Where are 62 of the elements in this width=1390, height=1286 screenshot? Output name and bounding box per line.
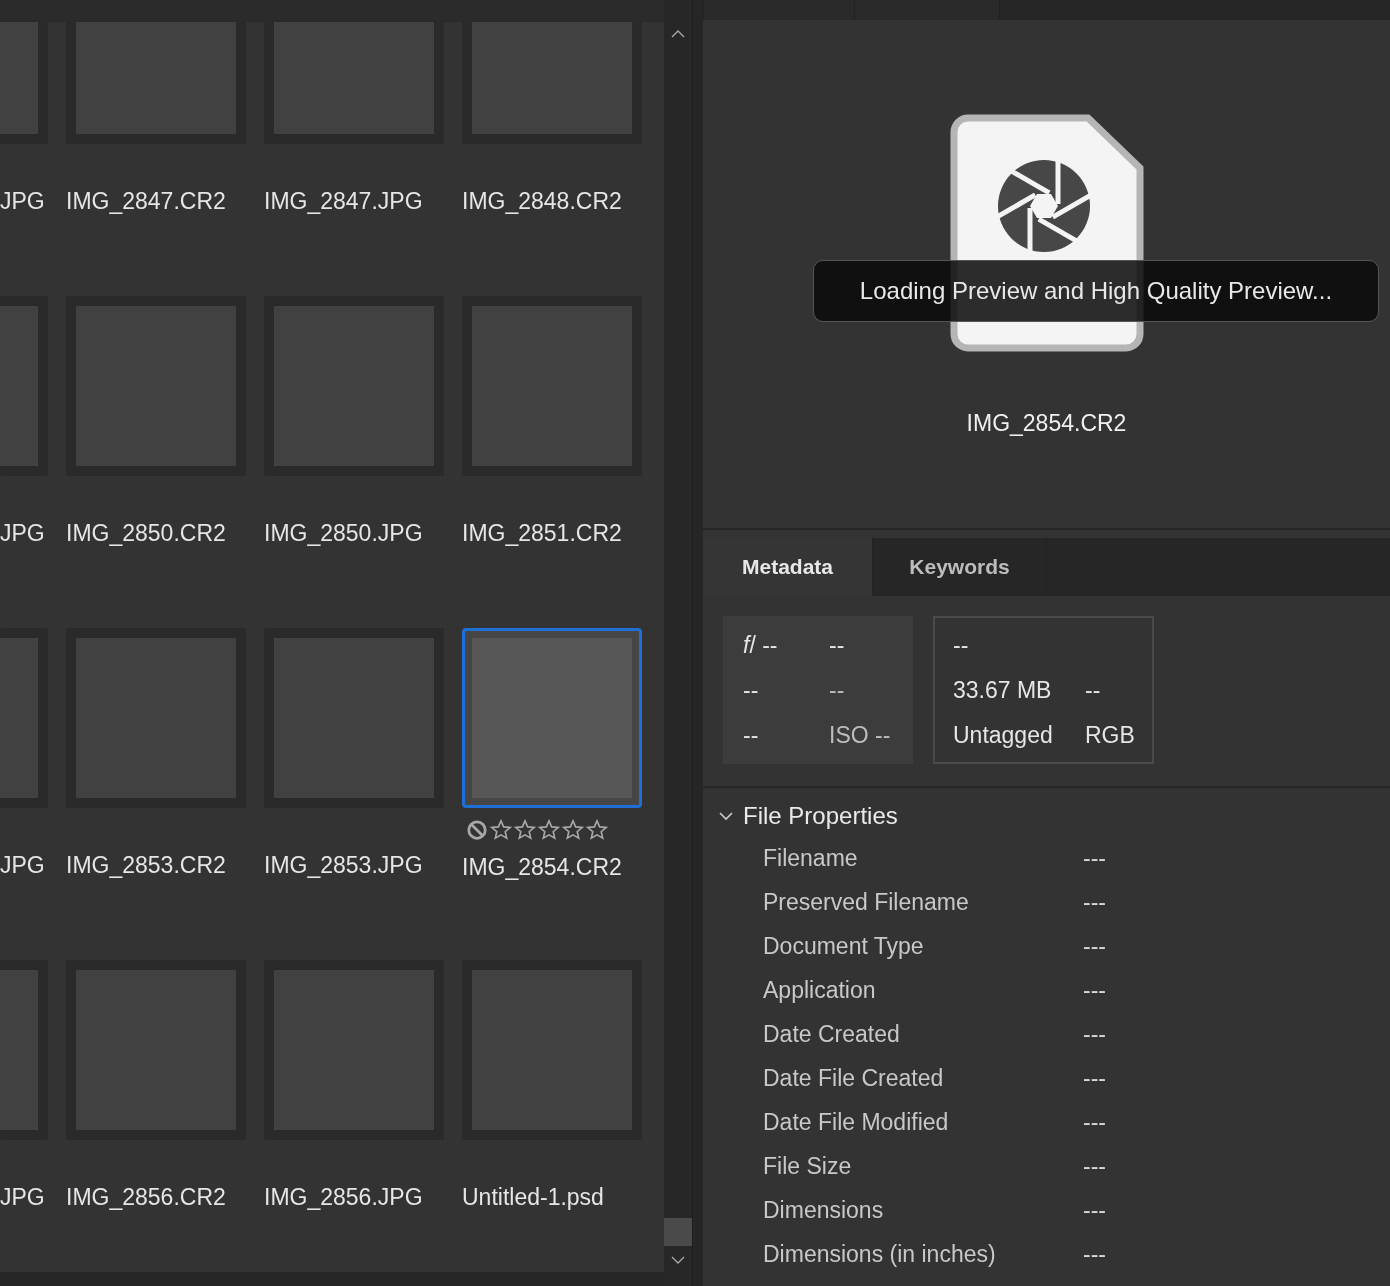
property-value: ---: [1083, 1108, 1107, 1136]
camera-value: ISO --: [829, 721, 892, 750]
file-properties-header[interactable]: File Properties: [719, 800, 898, 832]
property-value: ---: [1083, 1064, 1107, 1092]
reject-icon[interactable]: [466, 819, 488, 841]
file-name: Untitled-1.psd: [462, 1184, 604, 1211]
property-value: ---: [1083, 888, 1107, 916]
file-value: 33.67 MB: [953, 676, 1053, 705]
file-name: IMG_2850.JPG: [264, 520, 423, 547]
file-name: IMG_2856.CR2: [66, 1184, 226, 1211]
star-icon[interactable]: [562, 819, 584, 841]
file-value: --: [1085, 676, 1102, 705]
file-name: IMG_2847.CR2: [66, 188, 226, 215]
property-value: ---: [1083, 1240, 1107, 1268]
file-name: IMG_2848.CR2: [462, 188, 622, 215]
property-value: ---: [1083, 1196, 1107, 1224]
property-label: Date File Modified: [763, 1108, 950, 1136]
file-name: JPG: [0, 852, 45, 879]
camera-value: --: [829, 631, 846, 660]
star-icon[interactable]: [586, 819, 608, 841]
property-value: ---: [1083, 844, 1107, 872]
camera-value: --: [743, 676, 760, 705]
file-value: --: [953, 631, 970, 660]
property-label: File Size: [763, 1152, 853, 1180]
property-label: Application: [763, 976, 877, 1004]
file-value: RGB: [1085, 721, 1135, 750]
thumbnail[interactable]: [462, 628, 642, 808]
property-value: ---: [1083, 1020, 1107, 1048]
camera-value: f/ --: [743, 631, 779, 660]
property-label: Preserved Filename: [763, 888, 970, 916]
preview-file-name: IMG_2854.CR2: [966, 410, 1127, 437]
file-name: JPG: [0, 188, 45, 215]
file-name: IMG_2854.CR2: [462, 854, 622, 881]
property-value: ---: [1083, 1152, 1107, 1180]
star-icon[interactable]: [490, 819, 512, 841]
file-name: IMG_2853.JPG: [264, 852, 423, 879]
property-value: ---: [1083, 976, 1107, 1004]
property-label: Document Type: [763, 932, 925, 960]
scroll-up-icon[interactable]: [671, 30, 685, 38]
property-label: Date Created: [763, 1020, 901, 1048]
property-label: Date File Created: [763, 1064, 945, 1092]
file-name: IMG_2856.JPG: [264, 1184, 423, 1211]
scroll-down-icon[interactable]: [671, 1256, 685, 1264]
camera-value: --: [743, 721, 760, 750]
file-name: IMG_2850.CR2: [66, 520, 226, 547]
star-icon[interactable]: [538, 819, 560, 841]
loading-tooltip: Loading Preview and High Quality Preview...: [813, 260, 1379, 322]
file-name: IMG_2851.CR2: [462, 520, 622, 547]
chevron-icon: [719, 811, 733, 821]
scrollbar-thumb[interactable]: [664, 1218, 692, 1246]
star-icon[interactable]: [514, 819, 536, 841]
camera-value: --: [829, 676, 846, 705]
property-value: ---: [1083, 932, 1107, 960]
file-value: Untagged: [953, 721, 1054, 750]
file-name: IMG_2853.CR2: [66, 852, 226, 879]
file-name: JPG: [0, 1184, 45, 1211]
panel-tab[interactable]: Metadata: [703, 538, 873, 596]
file-name: JPG: [0, 520, 45, 547]
property-label: Dimensions: [763, 1196, 885, 1224]
property-label: Dimensions (in inches): [763, 1240, 997, 1268]
file-name: IMG_2847.JPG: [264, 188, 423, 215]
property-label: Filename: [763, 844, 859, 872]
